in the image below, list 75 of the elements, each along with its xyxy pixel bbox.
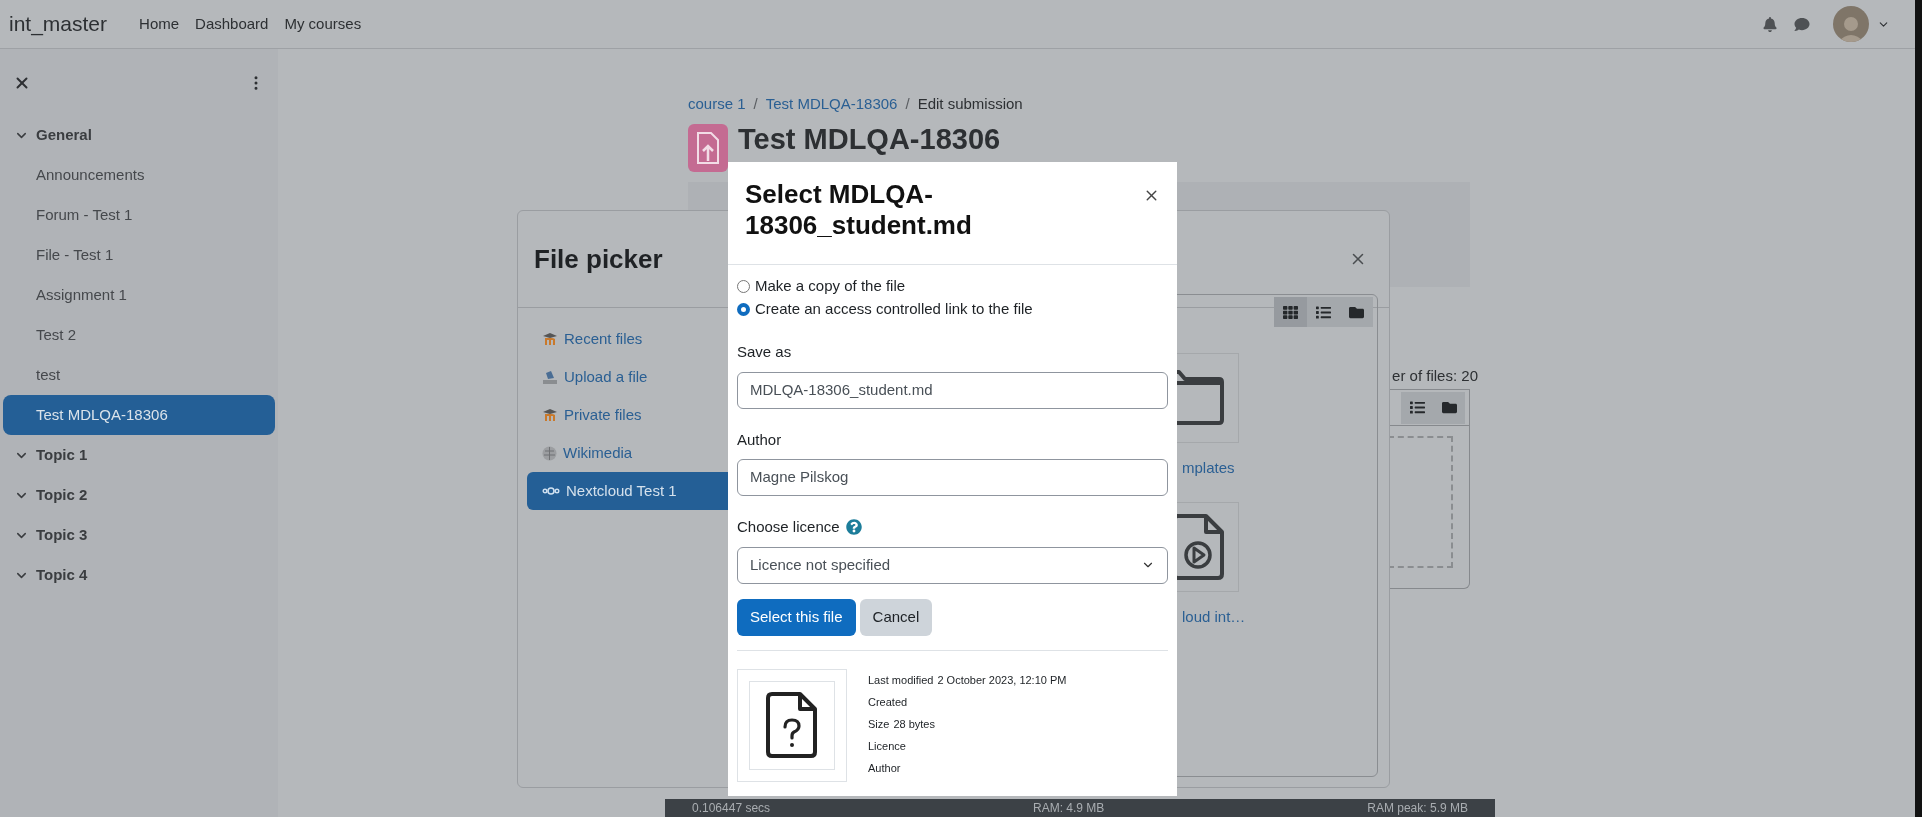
detail-value: 2 October 2023, 12:10 PM [937, 673, 1067, 689]
radio-button[interactable] [737, 303, 750, 316]
sidebar-item[interactable]: Test 2 [3, 315, 275, 355]
unknown-file-icon [766, 691, 818, 759]
files-count-text: er of files: 20 [1392, 365, 1478, 386]
upload-tray-icon [542, 369, 558, 385]
sidebar-item[interactable]: Test MDLQA-18306 [3, 395, 275, 435]
field-value: Magne Pilskog [750, 467, 849, 488]
repository-item[interactable]: Recent files [527, 320, 733, 358]
detail-value: 28 bytes [893, 717, 935, 733]
detail-label: Size [868, 717, 890, 733]
footer-stat: RAM peak: 5.9 MB [1367, 800, 1468, 817]
text-field[interactable]: MDLQA-18306_student.md [737, 371, 1168, 409]
view-toggle-button[interactable] [1307, 297, 1340, 327]
globe-icon [542, 445, 557, 461]
view-toggle-button[interactable] [1340, 297, 1373, 327]
breadcrumb-link[interactable]: course 1 [688, 93, 746, 116]
mortarboard-icon [542, 408, 558, 422]
section-title[interactable]: Topic 4 [36, 563, 88, 587]
field-label: Choose licence [737, 517, 840, 537]
detail-label: Licence [868, 739, 906, 755]
site-name[interactable]: int_master [9, 8, 108, 40]
section-title[interactable]: Topic 1 [36, 443, 88, 467]
view-toggle-button[interactable] [1433, 391, 1465, 424]
section-title[interactable]: Topic 2 [36, 483, 88, 507]
detail-label: Created [868, 695, 908, 711]
section-title[interactable]: General [36, 123, 92, 147]
modal-title: File picker [534, 242, 663, 276]
sidebar-item[interactable]: Announcements [3, 155, 275, 195]
chat-bubble-icon[interactable] [1794, 16, 1810, 32]
folder-icon [1349, 304, 1364, 320]
nav-link[interactable]: Dashboard [195, 12, 269, 36]
field-label: Author [737, 429, 782, 450]
detail-label: Last modified [868, 673, 934, 689]
close-icon[interactable] [13, 74, 31, 92]
bell-icon[interactable] [1763, 16, 1777, 32]
grid-icon [1283, 304, 1298, 320]
view-toggle-button[interactable] [1274, 297, 1307, 327]
sidebar-item[interactable]: Assignment 1 [3, 275, 275, 315]
repository-item[interactable]: Upload a file [527, 358, 733, 396]
repository-item[interactable]: Private files [527, 396, 733, 434]
detail-label: Author [868, 761, 901, 777]
list-icon [1316, 304, 1331, 320]
file-upload-icon [696, 130, 720, 165]
breadcrumb-separator: / [753, 94, 758, 114]
breadcrumb-link[interactable]: Test MDLQA-18306 [765, 93, 898, 116]
page-title: Test MDLQA-18306 [738, 123, 1001, 154]
radio-label: Make a copy of the file [755, 276, 906, 297]
breadcrumb-current[interactable]: Edit submission [917, 93, 1023, 116]
field-label: Save as [737, 342, 792, 362]
sidebar-item[interactable]: Forum - Test 1 [3, 195, 275, 235]
footer-stat: RAM: 4.9 MB [1033, 800, 1105, 817]
select-file-button[interactable]: Select this file [737, 598, 856, 636]
list-icon [1409, 400, 1425, 415]
view-toggle-button[interactable] [1401, 391, 1433, 424]
sidebar-item[interactable]: File - Test 1 [3, 235, 275, 275]
radio-label: Create an access controlled link to the file [755, 299, 1033, 320]
rings-icon [542, 486, 560, 496]
nav-link[interactable]: Home [139, 12, 180, 36]
dialog-title: Select MDLQA-18306_student.md [745, 179, 973, 241]
field-value: MDLQA-18306_student.md [750, 379, 933, 400]
section-title[interactable]: Topic 3 [36, 523, 88, 547]
repository-item[interactable]: Wikimedia [527, 434, 733, 472]
radio-button[interactable] [737, 280, 750, 293]
help-icon[interactable] [845, 519, 862, 536]
breadcrumb-separator: / [905, 94, 910, 114]
sidebar-item[interactable]: test [3, 355, 275, 395]
field-value: Licence not specified [750, 554, 891, 575]
cancel-button[interactable]: Cancel [859, 598, 933, 636]
footer-stat: 0.106447 secs [692, 800, 771, 817]
text-field[interactable]: Magne Pilskog [737, 459, 1168, 496]
mortarboard-icon [542, 332, 558, 346]
folder-icon [1441, 400, 1457, 415]
licence-select[interactable]: Licence not specified [737, 546, 1168, 584]
nav-link[interactable]: My courses [284, 12, 362, 36]
